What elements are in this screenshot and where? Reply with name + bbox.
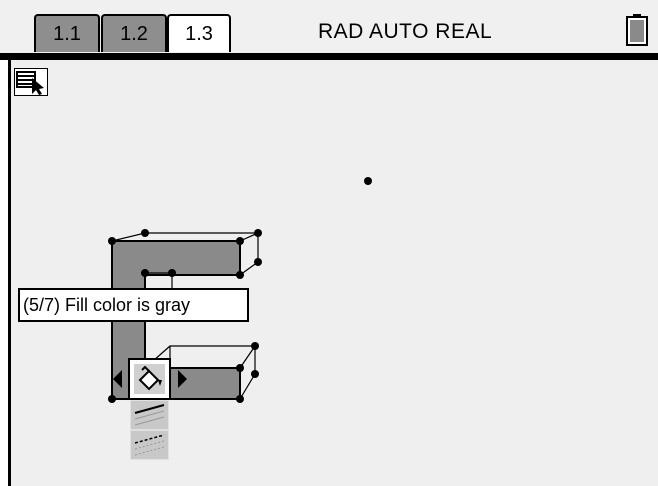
line-style-icon bbox=[134, 404, 165, 426]
arrow-left-icon[interactable] bbox=[113, 370, 122, 388]
vertex-point bbox=[251, 342, 259, 350]
vertex-point bbox=[251, 370, 259, 378]
free-point bbox=[364, 177, 372, 185]
fill-bucket-icon bbox=[134, 364, 165, 394]
line-style-icon bbox=[134, 434, 165, 456]
vertex-point bbox=[141, 229, 149, 237]
vertex-point bbox=[168, 269, 176, 277]
fill-color-option-selected[interactable] bbox=[128, 358, 171, 400]
vertex-point bbox=[236, 271, 244, 279]
vertex-point bbox=[236, 395, 244, 403]
vertex-point bbox=[254, 229, 262, 237]
fill-color-option[interactable] bbox=[130, 400, 169, 430]
vertex-point bbox=[254, 258, 262, 266]
vertex-point bbox=[108, 237, 116, 245]
vertex-point bbox=[236, 364, 244, 372]
vertex-point bbox=[141, 269, 149, 277]
fill-color-tooltip: (5/7) Fill color is gray bbox=[18, 288, 249, 322]
arrow-right-icon[interactable] bbox=[178, 370, 187, 388]
vertex-point bbox=[236, 237, 244, 245]
fill-color-option[interactable] bbox=[130, 430, 169, 460]
fill-color-picker[interactable] bbox=[113, 358, 189, 460]
geometry-scene[interactable] bbox=[0, 0, 658, 486]
